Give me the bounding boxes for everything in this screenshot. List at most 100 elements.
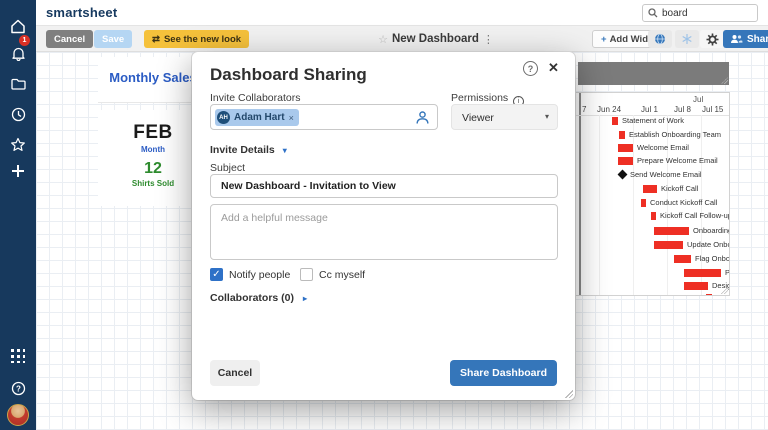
gantt-tick-label: Jul 1: [641, 105, 658, 114]
sidebar-item-folder[interactable]: [0, 71, 36, 97]
gantt-task-label: Prepare Welcome Email: [637, 156, 718, 165]
cancel-edit-button[interactable]: Cancel: [46, 30, 94, 48]
gantt-task-label: Welcome Email: [637, 143, 689, 152]
help-icon[interactable]: ?: [523, 61, 538, 76]
gantt-bar[interactable]: [651, 212, 656, 220]
top-bar: smartsheet board: [36, 0, 768, 26]
gantt-task-label: Send Welcome Email: [630, 170, 702, 179]
style-button[interactable]: [675, 30, 699, 48]
gantt-tick-label: 7: [582, 105, 587, 114]
gantt-bar[interactable]: [641, 199, 646, 207]
invite-collaborators-input[interactable]: AH Adam Hart ×: [210, 104, 438, 130]
gantt-tick-label: Jun 24: [597, 105, 622, 114]
gantt-gridline: [633, 115, 634, 295]
notify-people-label: Notify people: [229, 269, 291, 281]
save-button[interactable]: Save: [94, 30, 133, 48]
gantt-milestone[interactable]: [617, 169, 628, 180]
left-sidebar: 1?: [0, 0, 36, 430]
sidebar-item-account[interactable]: [0, 402, 36, 428]
gantt-bar[interactable]: [706, 294, 712, 295]
subject-input[interactable]: New Dashboard - Invitation to View: [210, 174, 558, 198]
see-new-look-button[interactable]: ⇄ See the new look: [144, 30, 250, 48]
share-dashboard-button[interactable]: Share Dashboard: [450, 360, 557, 386]
sidebar-item-help[interactable]: ?: [0, 375, 36, 401]
chip-name: Adam Hart: [234, 112, 285, 123]
gantt-task-label: Kickoff Call: [661, 184, 699, 193]
chip-avatar: AH: [217, 111, 230, 124]
invite-details-toggle[interactable]: Invite Details ▾: [210, 144, 287, 156]
title-menu-icon[interactable]: ⋮: [483, 33, 494, 46]
globe-icon: [655, 33, 665, 45]
avatar: [7, 404, 29, 426]
gantt-bar[interactable]: [612, 117, 618, 125]
page-title: New Dashboard: [391, 33, 479, 45]
gantt-pane-divider[interactable]: [579, 93, 581, 295]
gantt-tick-label: Jul 8: [674, 105, 691, 114]
create-icon: [11, 164, 25, 178]
gantt-bar[interactable]: [654, 241, 683, 249]
dialog-cancel-button[interactable]: Cancel: [210, 360, 260, 386]
add-person-icon[interactable]: [415, 110, 430, 125]
search-text: board: [662, 7, 688, 19]
chevron-down-icon: ▾: [282, 146, 287, 155]
share-button[interactable]: Share: [723, 30, 768, 48]
swap-arrows-icon: ⇄: [152, 33, 160, 45]
notifications-icon: [11, 46, 26, 61]
smartsheet-logo: smartsheet: [46, 5, 118, 20]
dialog-resize-handle[interactable]: [565, 390, 573, 398]
favorite-star-icon[interactable]: ☆: [378, 33, 388, 46]
invite-collaborators-label: Invite Collaborators: [210, 92, 301, 104]
gantt-task-label: Update Onboarding I: [687, 240, 729, 249]
sidebar-item-favorites[interactable]: [0, 131, 36, 157]
cc-myself-checkbox[interactable]: [300, 268, 313, 281]
search-input[interactable]: board: [642, 4, 758, 22]
sidebar-item-apps[interactable]: [0, 343, 36, 369]
snowflake-icon: [682, 34, 692, 44]
chip-remove-icon[interactable]: ×: [289, 113, 294, 123]
apps-icon: [11, 349, 25, 363]
gantt-bar[interactable]: [674, 255, 691, 263]
gantt-chart-widget[interactable]: e Jul 7Jun 24Jul 1Jul 8Jul 15 Statement …: [560, 92, 730, 296]
svg-text:?: ?: [16, 384, 21, 393]
chevron-down-icon: ▾: [544, 112, 549, 121]
cc-myself-label: Cc myself: [319, 269, 366, 281]
gantt-bar[interactable]: [684, 282, 708, 290]
help-icon: ?: [11, 381, 26, 396]
gantt-tick-label: Jul 15: [702, 105, 724, 114]
message-textarea[interactable]: Add a helpful message: [210, 204, 558, 260]
widget-resize-handle[interactable]: [721, 77, 728, 84]
notify-people-checkbox[interactable]: ✓: [210, 268, 223, 281]
sidebar-item-home[interactable]: [0, 13, 36, 39]
subject-label: Subject: [210, 162, 246, 174]
dashboard-toolbar: Cancel Save ⇄ See the new look ☆ New Das…: [36, 26, 768, 52]
gantt-bar[interactable]: [654, 227, 689, 235]
empty-gray-widget[interactable]: [578, 62, 729, 85]
dashboard-title-group: ☆ New Dashboard ⋮: [336, 30, 536, 48]
settings-button[interactable]: [700, 30, 724, 48]
search-icon: [648, 8, 658, 18]
gantt-bar[interactable]: [684, 269, 721, 277]
close-icon[interactable]: ✕: [548, 60, 559, 76]
gantt-bar[interactable]: [618, 144, 633, 152]
gantt-bar[interactable]: [643, 185, 657, 193]
gantt-task-label: Kickoff Call Follow-up: [660, 211, 730, 220]
collaborators-toggle[interactable]: Collaborators (0) ▸: [210, 292, 307, 304]
gantt-bar[interactable]: [619, 131, 625, 139]
chevron-right-icon: ▸: [303, 294, 308, 303]
gantt-task-label: Establish Onboarding Team: [629, 130, 721, 139]
sidebar-item-recents[interactable]: [0, 101, 36, 127]
gantt-month-label: Jul: [693, 95, 704, 104]
sidebar-item-create[interactable]: [0, 158, 36, 184]
favorites-icon: [10, 137, 26, 152]
home-icon: [10, 19, 26, 34]
dashboard-sharing-dialog: Dashboard Sharing ? ✕ Invite Collaborato…: [192, 52, 575, 400]
recents-icon: [11, 107, 26, 122]
widget-resize-handle[interactable]: [721, 287, 728, 294]
collaborator-chip[interactable]: AH Adam Hart ×: [215, 109, 299, 126]
gantt-bar[interactable]: [618, 157, 633, 165]
sidebar-item-notifications[interactable]: 1: [0, 35, 36, 66]
publish-globe-button[interactable]: [648, 30, 672, 48]
gantt-gridline: [599, 115, 600, 295]
notification-badge: 1: [19, 35, 30, 46]
permissions-dropdown[interactable]: Viewer ▾: [451, 104, 558, 130]
